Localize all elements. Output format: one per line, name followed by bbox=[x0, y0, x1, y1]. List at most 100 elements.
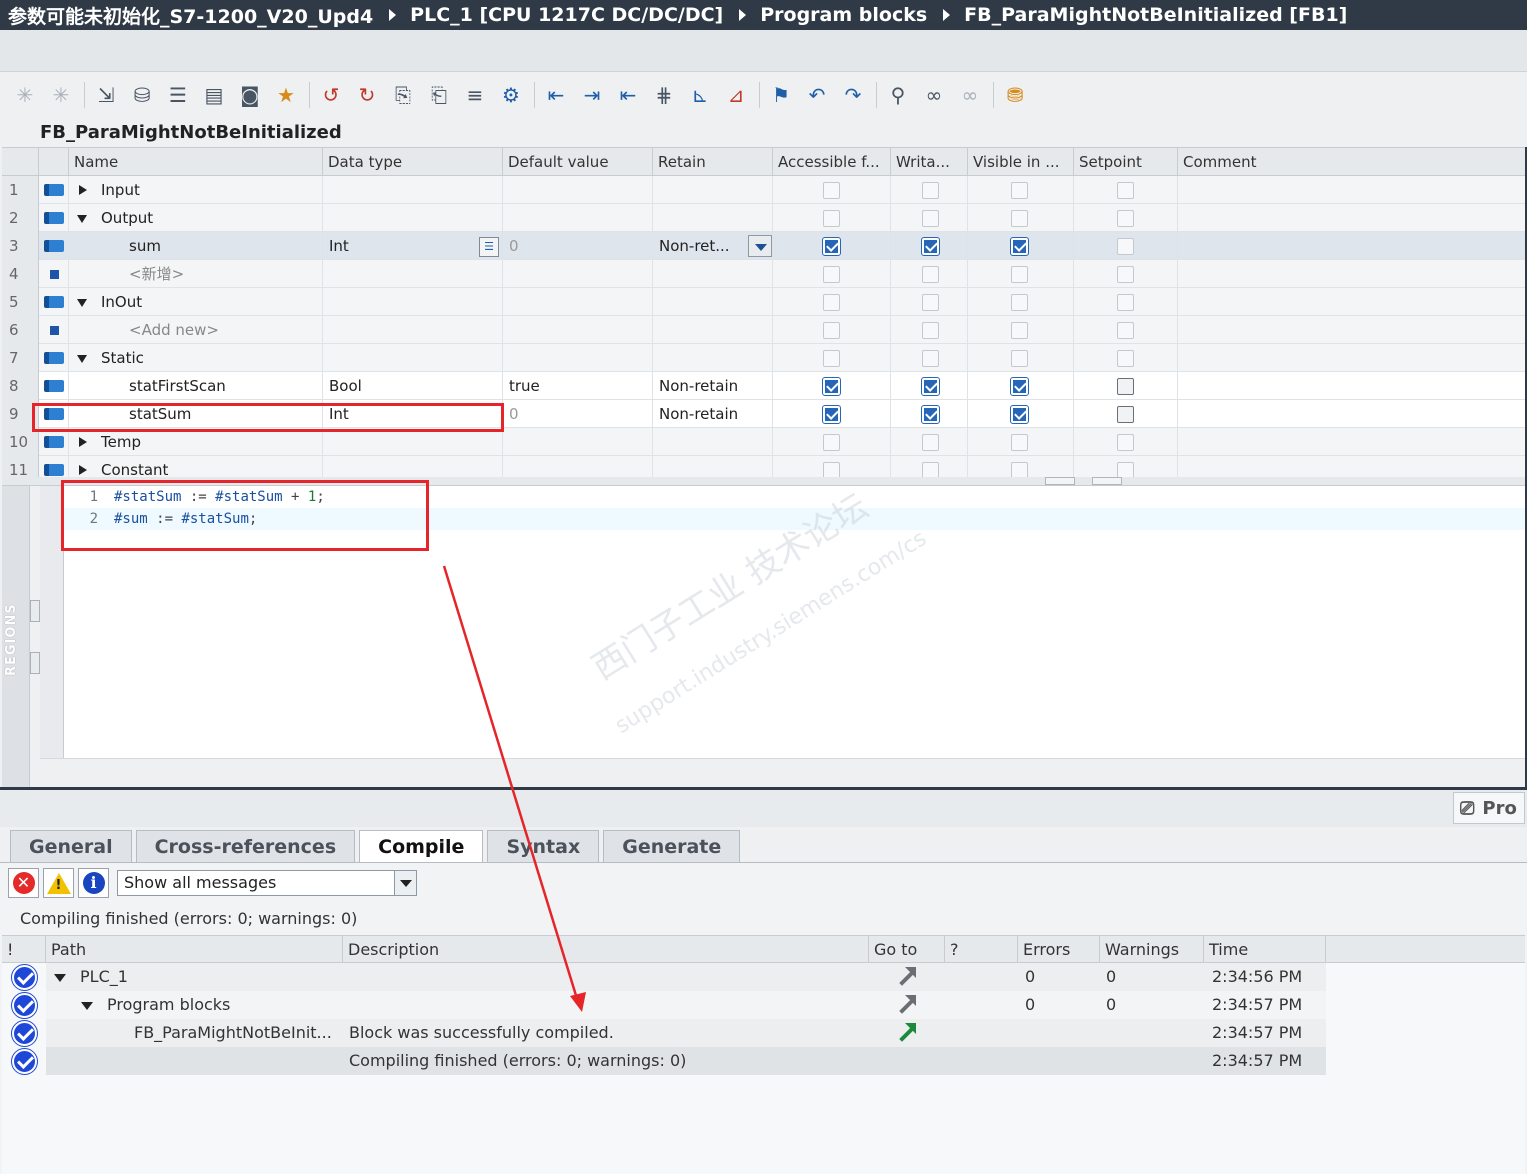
row-data-type[interactable] bbox=[323, 260, 503, 288]
tab-compile[interactable]: Compile bbox=[359, 830, 484, 863]
message-row[interactable]: Program blocks 0 0 2:34:57 PM bbox=[2, 991, 1525, 1019]
expand-icon[interactable] bbox=[79, 185, 87, 195]
row-comment[interactable] bbox=[1178, 428, 1525, 456]
interface-row[interactable]: 5 InOut bbox=[2, 288, 1525, 316]
row-comment[interactable] bbox=[1178, 176, 1525, 204]
code-line[interactable]: 2 #sum := #statSum; bbox=[64, 508, 1525, 530]
writable-checkbox[interactable] bbox=[922, 462, 939, 477]
setpoint-checkbox[interactable] bbox=[1117, 210, 1134, 227]
clear-icon[interactable]: ↺ bbox=[316, 80, 346, 110]
writable-checkbox[interactable] bbox=[921, 237, 940, 256]
header-writable[interactable]: Writa... bbox=[891, 148, 968, 176]
row-data-type[interactable] bbox=[323, 456, 503, 477]
visible-checkbox[interactable] bbox=[1011, 322, 1028, 339]
visible-checkbox[interactable] bbox=[1010, 377, 1029, 396]
visible-checkbox[interactable] bbox=[1010, 405, 1029, 424]
message-row[interactable]: Compiling finished (errors: 0; warnings:… bbox=[2, 1047, 1525, 1075]
row-data-type[interactable] bbox=[323, 428, 503, 456]
indent-icon[interactable]: ⇤ bbox=[541, 80, 571, 110]
setpoint-checkbox[interactable] bbox=[1117, 322, 1134, 339]
breadcrumb-block[interactable]: FB_ParaMightNotBeInitialized [FB1] bbox=[964, 4, 1347, 26]
interface-row[interactable]: 8 statFirstScan Bool true Non-retain bbox=[2, 372, 1525, 400]
visible-checkbox[interactable] bbox=[1011, 462, 1028, 477]
row-data-type[interactable] bbox=[323, 204, 503, 232]
database-icon[interactable]: ⛁ bbox=[127, 80, 157, 110]
row-comment[interactable] bbox=[1178, 344, 1525, 372]
filter-warnings-button[interactable]: ! bbox=[43, 868, 74, 898]
row-default[interactable] bbox=[503, 204, 653, 232]
setpoint-checkbox[interactable] bbox=[1117, 462, 1134, 477]
accessible-checkbox[interactable] bbox=[823, 462, 840, 477]
row-default[interactable] bbox=[503, 344, 653, 372]
setpoint-checkbox[interactable] bbox=[1117, 266, 1134, 283]
collapse-icon[interactable] bbox=[77, 299, 87, 307]
header-accessible[interactable]: Accessible f... bbox=[773, 148, 891, 176]
row-data-type[interactable] bbox=[323, 288, 503, 316]
interface-splitter[interactable] bbox=[2, 477, 1525, 486]
writable-checkbox[interactable] bbox=[921, 377, 940, 396]
compile-icon[interactable]: ⚙ bbox=[496, 80, 526, 110]
row-default[interactable] bbox=[503, 176, 653, 204]
row-retain[interactable] bbox=[653, 344, 773, 372]
row-default[interactable]: 0 bbox=[503, 232, 653, 260]
visible-checkbox[interactable] bbox=[1010, 237, 1029, 256]
setpoint-checkbox[interactable] bbox=[1117, 350, 1134, 367]
row-name[interactable]: statSum bbox=[69, 400, 323, 428]
glasses-off-icon[interactable]: ∞ bbox=[955, 80, 985, 110]
code-line[interactable]: 1 #statSum := #statSum + 1; bbox=[64, 486, 1525, 508]
accessible-checkbox[interactable] bbox=[823, 434, 840, 451]
header-description[interactable]: Description bbox=[343, 936, 869, 963]
header-help[interactable]: ? bbox=[945, 936, 1018, 963]
row-retain[interactable] bbox=[653, 260, 773, 288]
header-name[interactable]: Name bbox=[69, 148, 323, 176]
row-data-type[interactable] bbox=[323, 176, 503, 204]
interface-row[interactable]: 4 <新增> bbox=[2, 260, 1525, 288]
row-add-new[interactable]: <新增> bbox=[69, 260, 323, 288]
chevron-down-icon[interactable] bbox=[394, 871, 416, 895]
delete-icon[interactable]: ↻ bbox=[352, 80, 382, 110]
visible-checkbox[interactable] bbox=[1011, 434, 1028, 451]
favorites-icon[interactable]: ★ bbox=[271, 80, 301, 110]
expand-icon[interactable] bbox=[79, 465, 87, 475]
setpoint-checkbox[interactable] bbox=[1117, 294, 1134, 311]
header-visible[interactable]: Visible in ... bbox=[968, 148, 1074, 176]
splitter-down-button[interactable] bbox=[1092, 477, 1122, 485]
row-comment[interactable] bbox=[1178, 400, 1525, 428]
accessible-checkbox[interactable] bbox=[823, 182, 840, 199]
row-retain[interactable]: Non-retain bbox=[653, 372, 773, 400]
interface-row[interactable]: 3 sum Int 0 Non-ret... ☰ bbox=[2, 232, 1525, 260]
accessible-checkbox[interactable] bbox=[823, 210, 840, 227]
increase-indent-icon[interactable]: ⇥ bbox=[577, 80, 607, 110]
header-goto[interactable]: Go to bbox=[869, 936, 945, 963]
goto-arrow-icon[interactable] bbox=[896, 1023, 916, 1043]
scl-code-editor[interactable]: 1 #statSum := #statSum + 1; 2 #sum := #sta… bbox=[64, 486, 1525, 758]
visible-checkbox[interactable] bbox=[1011, 182, 1028, 199]
align-icon[interactable]: ⋕ bbox=[649, 80, 679, 110]
interface-row[interactable]: 6 <Add new> bbox=[2, 316, 1525, 344]
row-default[interactable] bbox=[503, 288, 653, 316]
row-comment[interactable] bbox=[1178, 456, 1525, 477]
bookmark-set-icon[interactable]: ⊾ bbox=[685, 80, 715, 110]
row-data-type[interactable]: Bool bbox=[323, 372, 503, 400]
accessible-checkbox[interactable] bbox=[823, 266, 840, 283]
header-severity[interactable]: ! bbox=[2, 936, 46, 963]
message-row[interactable]: PLC_1 0 0 2:34:56 PM bbox=[2, 963, 1525, 991]
collapse-icon[interactable] bbox=[77, 215, 87, 223]
setpoint-checkbox[interactable] bbox=[1117, 238, 1134, 255]
collapse-icon[interactable] bbox=[54, 974, 66, 982]
row-data-type[interactable] bbox=[323, 316, 503, 344]
list-icon[interactable]: ☰ bbox=[163, 80, 193, 110]
collapse-icon[interactable] bbox=[81, 1002, 93, 1010]
glasses-icon[interactable]: ∞ bbox=[919, 80, 949, 110]
goto-arrow-icon[interactable] bbox=[896, 995, 916, 1015]
tab-cross-references[interactable]: Cross-references bbox=[135, 830, 356, 862]
writable-checkbox[interactable] bbox=[922, 322, 939, 339]
row-name[interactable]: sum bbox=[69, 232, 323, 260]
tab-generate[interactable]: Generate bbox=[603, 830, 741, 862]
header-time[interactable]: Time bbox=[1204, 936, 1326, 963]
filter-errors-button[interactable]: ✕ bbox=[8, 868, 39, 898]
header-path[interactable]: Path bbox=[46, 936, 343, 963]
visible-checkbox[interactable] bbox=[1011, 350, 1028, 367]
accessible-checkbox[interactable] bbox=[823, 322, 840, 339]
row-name[interactable]: statFirstScan bbox=[69, 372, 323, 400]
